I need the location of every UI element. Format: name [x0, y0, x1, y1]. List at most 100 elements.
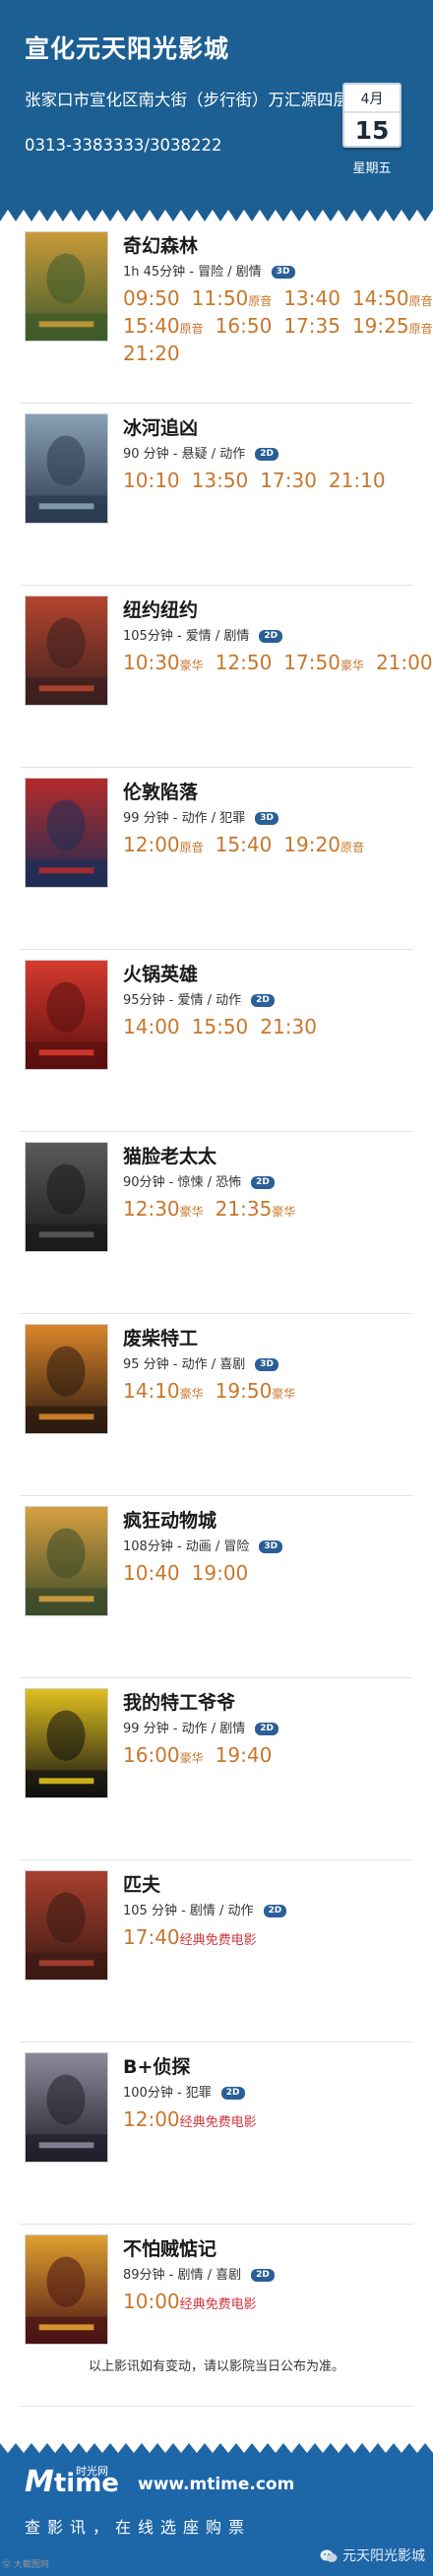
- mtime-footer-banner[interactable]: 时光网 Mtime www.mtime.com 查影讯，在线选座购票 元天阳光影…: [0, 2443, 433, 2576]
- movie-meta: 90 分钟 - 悬疑 / 动作 2D: [123, 443, 279, 462]
- movie-poster[interactable]: [25, 1142, 108, 1252]
- showtime-slot[interactable]: 19:40: [216, 1743, 273, 1767]
- showtime-slot[interactable]: 14:10豪华: [123, 1379, 204, 1403]
- showtime-note: 豪华: [340, 659, 364, 672]
- showtime-slot[interactable]: 14:00: [123, 1015, 180, 1038]
- showtime-slot[interactable]: 16:00豪华: [123, 1743, 204, 1767]
- movie-title[interactable]: 火锅英雄: [123, 960, 198, 986]
- showtime-slot[interactable]: 12:00经典免费电影: [123, 2107, 257, 2131]
- calendar-weekday: 星期五: [352, 161, 392, 176]
- movie-meta: 100分钟 - 犯罪 2D: [123, 2082, 245, 2101]
- showtime-slot[interactable]: 12:00原音: [123, 833, 204, 856]
- free-classic-tag: 经典免费电影: [179, 2115, 257, 2130]
- movie-poster[interactable]: [25, 413, 108, 524]
- movie-title[interactable]: 我的特工爷爷: [123, 1688, 235, 1715]
- cinema-address: 张家口市宣化区南大街（步行街）万汇源四层: [25, 91, 349, 109]
- showtime-time: 21:30: [260, 1015, 317, 1038]
- showtime-slot[interactable]: 15:40: [216, 833, 273, 856]
- showtime-slot[interactable]: 15:50: [192, 1015, 249, 1038]
- showtime-note: 原音: [340, 841, 364, 854]
- showtime-time: 14:50: [351, 286, 409, 310]
- movie-title[interactable]: 废柴特工: [123, 1324, 198, 1351]
- showtime-slot[interactable]: 14:50原音: [352, 286, 433, 310]
- showtime-slot[interactable]: 17:50豪华: [283, 651, 364, 674]
- movie-title[interactable]: 猫脸老太太: [123, 1142, 216, 1168]
- movie-poster[interactable]: [25, 1324, 108, 1434]
- showtime-time: 21:00: [375, 651, 433, 674]
- showtime-slot[interactable]: 16:50: [216, 314, 273, 338]
- movie-item[interactable]: 不怕贼惦记 89分钟 - 剧情 / 喜剧 2D 10:00经典免费电影: [0, 2225, 433, 2407]
- showtime-row: 14:10豪华 19:50豪华: [123, 1379, 433, 1407]
- showtime-slot[interactable]: 09:50: [123, 286, 180, 310]
- showtime-row: 16:00豪华 19:40: [123, 1743, 433, 1771]
- showtime-row: 15:40原音 16:50 17:35 19:25原音: [123, 314, 433, 342]
- showtime-slot[interactable]: 21:20: [123, 342, 180, 365]
- showtime-slot[interactable]: 21:00: [376, 651, 433, 674]
- showtime-slot[interactable]: 12:50: [216, 651, 273, 674]
- showtime-slot[interactable]: 21:10: [329, 469, 386, 492]
- movie-poster[interactable]: [25, 1870, 108, 1980]
- movie-item[interactable]: 疯狂动物城 108分钟 - 动画 / 冒险 3D 10:40 19:00: [0, 1496, 433, 1678]
- showtime-slot[interactable]: 15:40原音: [123, 314, 204, 338]
- movie-poster[interactable]: [25, 1506, 108, 1616]
- showtime-slot[interactable]: 17:40经典免费电影: [123, 1925, 257, 1949]
- showtime-slot[interactable]: 17:35: [283, 314, 340, 338]
- showtime-time: 12:00: [123, 2107, 180, 2131]
- showtime-slot[interactable]: 12:30豪华: [123, 1197, 204, 1221]
- showtime-slot[interactable]: 10:30豪华: [123, 651, 204, 674]
- showtime-slot[interactable]: 13:50: [192, 469, 249, 492]
- movie-poster[interactable]: [25, 778, 108, 888]
- movie-item[interactable]: 伦敦陷落 99 分钟 - 动作 / 犯罪 3D 12:00原音 15:40 19:20原音: [0, 768, 433, 950]
- movie-title[interactable]: 奇幻森林: [123, 231, 198, 258]
- movie-item[interactable]: 废柴特工 95 分钟 - 动作 / 喜剧 3D 14:10豪华 19:50豪华: [0, 1314, 433, 1496]
- movie-item[interactable]: 我的特工爷爷 99 分钟 - 动作 / 剧情 2D 16:00豪华 19:40: [0, 1678, 433, 1860]
- showtime-time: 17:30: [260, 469, 317, 492]
- movie-item[interactable]: 猫脸老太太 90分钟 - 惊悚 / 恐怖 2D 12:30豪华 21:35豪华: [0, 1132, 433, 1314]
- showtime-slot[interactable]: 10:00经典免费电影: [123, 2290, 257, 2313]
- showtime-slot[interactable]: 21:30: [260, 1015, 317, 1038]
- showtime-slot[interactable]: 19:20原音: [283, 833, 364, 856]
- movie-listing: 奇幻森林 1h 45分钟 - 冒险 / 剧情 3D 09:50 11:50原音 13:40…: [0, 221, 433, 2453]
- showtimes: 14:10豪华 19:50豪华: [123, 1379, 433, 1407]
- showtime-slot[interactable]: 13:40: [283, 286, 340, 310]
- movie-poster[interactable]: [25, 2234, 108, 2345]
- showtime-slot[interactable]: 19:00: [192, 1561, 249, 1585]
- showtime-time: 12:00: [123, 833, 180, 856]
- showtime-slot[interactable]: 19:50豪华: [216, 1379, 296, 1403]
- watermark-corner: ⑫ 大截图网: [2, 2560, 49, 2570]
- movie-title[interactable]: B+侦探: [123, 2052, 190, 2079]
- movie-poster[interactable]: [25, 2052, 108, 2163]
- movie-meta: 1h 45分钟 - 冒险 / 剧情 3D: [123, 261, 295, 280]
- showtime-slot[interactable]: 17:30: [260, 469, 317, 492]
- movie-poster[interactable]: [25, 596, 108, 706]
- movie-poster[interactable]: [25, 960, 108, 1070]
- showtime-slot[interactable]: 21:35豪华: [216, 1197, 296, 1221]
- showtime-slot[interactable]: 10:10: [123, 469, 180, 492]
- showtime-time: 16:50: [215, 314, 273, 338]
- movie-poster[interactable]: [25, 231, 108, 342]
- movie-title[interactable]: 冰河追凶: [123, 413, 198, 440]
- wechat-icon: [320, 2549, 338, 2562]
- movie-item[interactable]: 火锅英雄 95分钟 - 爱情 / 动作 2D 14:00 15:50 21:30: [0, 950, 433, 1132]
- showtime-row: 14:00 15:50 21:30: [123, 1015, 433, 1042]
- showtime-slot[interactable]: 11:50原音: [192, 286, 273, 310]
- header-zigzag-edge: [0, 210, 433, 221]
- mtime-url-link[interactable]: www.mtime.com: [138, 2475, 294, 2494]
- movie-item[interactable]: 奇幻森林 1h 45分钟 - 冒险 / 剧情 3D 09:50 11:50原音 13:40…: [0, 221, 433, 404]
- showtime-time: 15:40: [123, 314, 180, 338]
- movie-title[interactable]: 不怕贼惦记: [123, 2234, 216, 2261]
- mtime-logo[interactable]: 时光网 Mtime: [25, 2465, 119, 2500]
- movie-item[interactable]: 匹夫 105 分钟 - 剧情 / 动作 2D 17:40经典免费电影: [0, 1860, 433, 2042]
- movie-poster[interactable]: [25, 1688, 108, 1798]
- movie-item[interactable]: B+侦探 100分钟 - 犯罪 2D 12:00经典免费电影: [0, 2042, 433, 2225]
- movie-title[interactable]: 匹夫: [123, 1870, 160, 1897]
- free-classic-tag: 经典免费电影: [179, 1933, 257, 1948]
- movie-item[interactable]: 冰河追凶 90 分钟 - 悬疑 / 动作 2D 10:10 13:50 17:30 21:1…: [0, 404, 433, 586]
- movie-title[interactable]: 纽约纽约: [123, 596, 198, 622]
- movie-title[interactable]: 疯狂动物城: [123, 1506, 216, 1533]
- movie-item[interactable]: 纽约纽约 105分钟 - 爱情 / 剧情 2D 10:30豪华 12:50 17:50豪华…: [0, 586, 433, 768]
- movie-title[interactable]: 伦敦陷落: [123, 778, 198, 804]
- showtime-slot[interactable]: 10:40: [123, 1561, 180, 1585]
- showtime-slot[interactable]: 19:25原音: [352, 314, 433, 338]
- movie-duration-genre: 1h 45分钟 - 冒险 / 剧情: [123, 265, 262, 280]
